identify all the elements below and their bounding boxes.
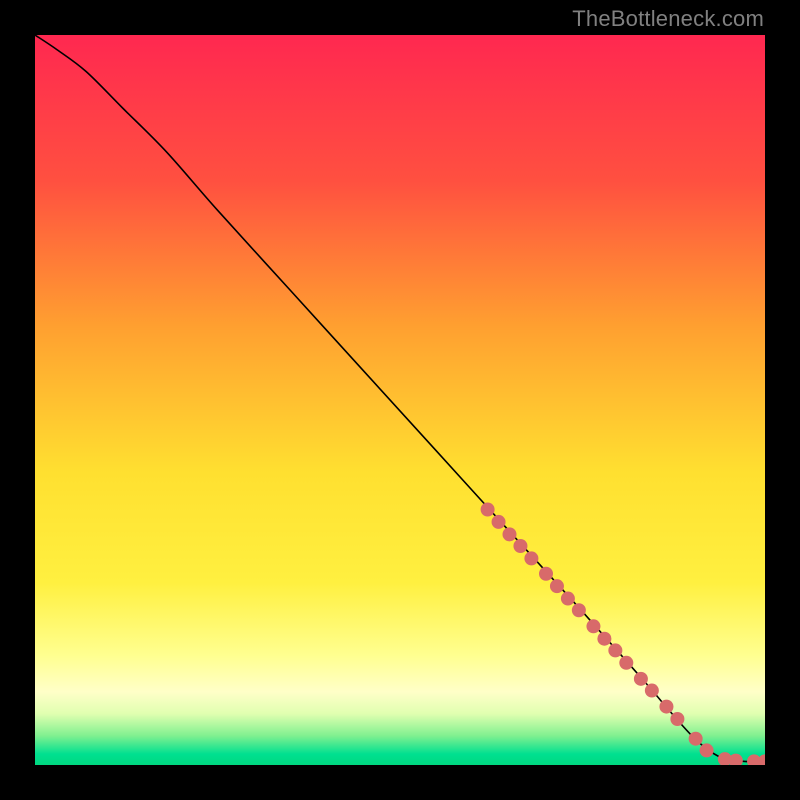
marker-point — [597, 632, 611, 646]
curve-layer — [35, 35, 765, 765]
marker-point — [539, 567, 553, 581]
marker-point — [561, 592, 575, 606]
chart-frame: TheBottleneck.com — [0, 0, 800, 800]
marker-point — [689, 732, 703, 746]
marker-point — [700, 743, 714, 757]
marker-point — [634, 672, 648, 686]
marker-point — [758, 754, 765, 765]
marker-point — [670, 712, 684, 726]
plot-area — [35, 35, 765, 765]
marker-point — [729, 754, 743, 765]
watermark-text: TheBottleneck.com — [572, 6, 764, 32]
marker-point — [645, 684, 659, 698]
marker-point — [524, 551, 538, 565]
marker-point — [481, 503, 495, 517]
highlighted-points — [481, 503, 765, 766]
marker-point — [619, 656, 633, 670]
marker-point — [503, 527, 517, 541]
marker-point — [586, 619, 600, 633]
marker-point — [513, 539, 527, 553]
marker-point — [608, 643, 622, 657]
marker-point — [572, 603, 586, 617]
marker-point — [659, 700, 673, 714]
marker-point — [492, 515, 506, 529]
marker-point — [550, 579, 564, 593]
bottleneck-curve — [35, 35, 765, 762]
